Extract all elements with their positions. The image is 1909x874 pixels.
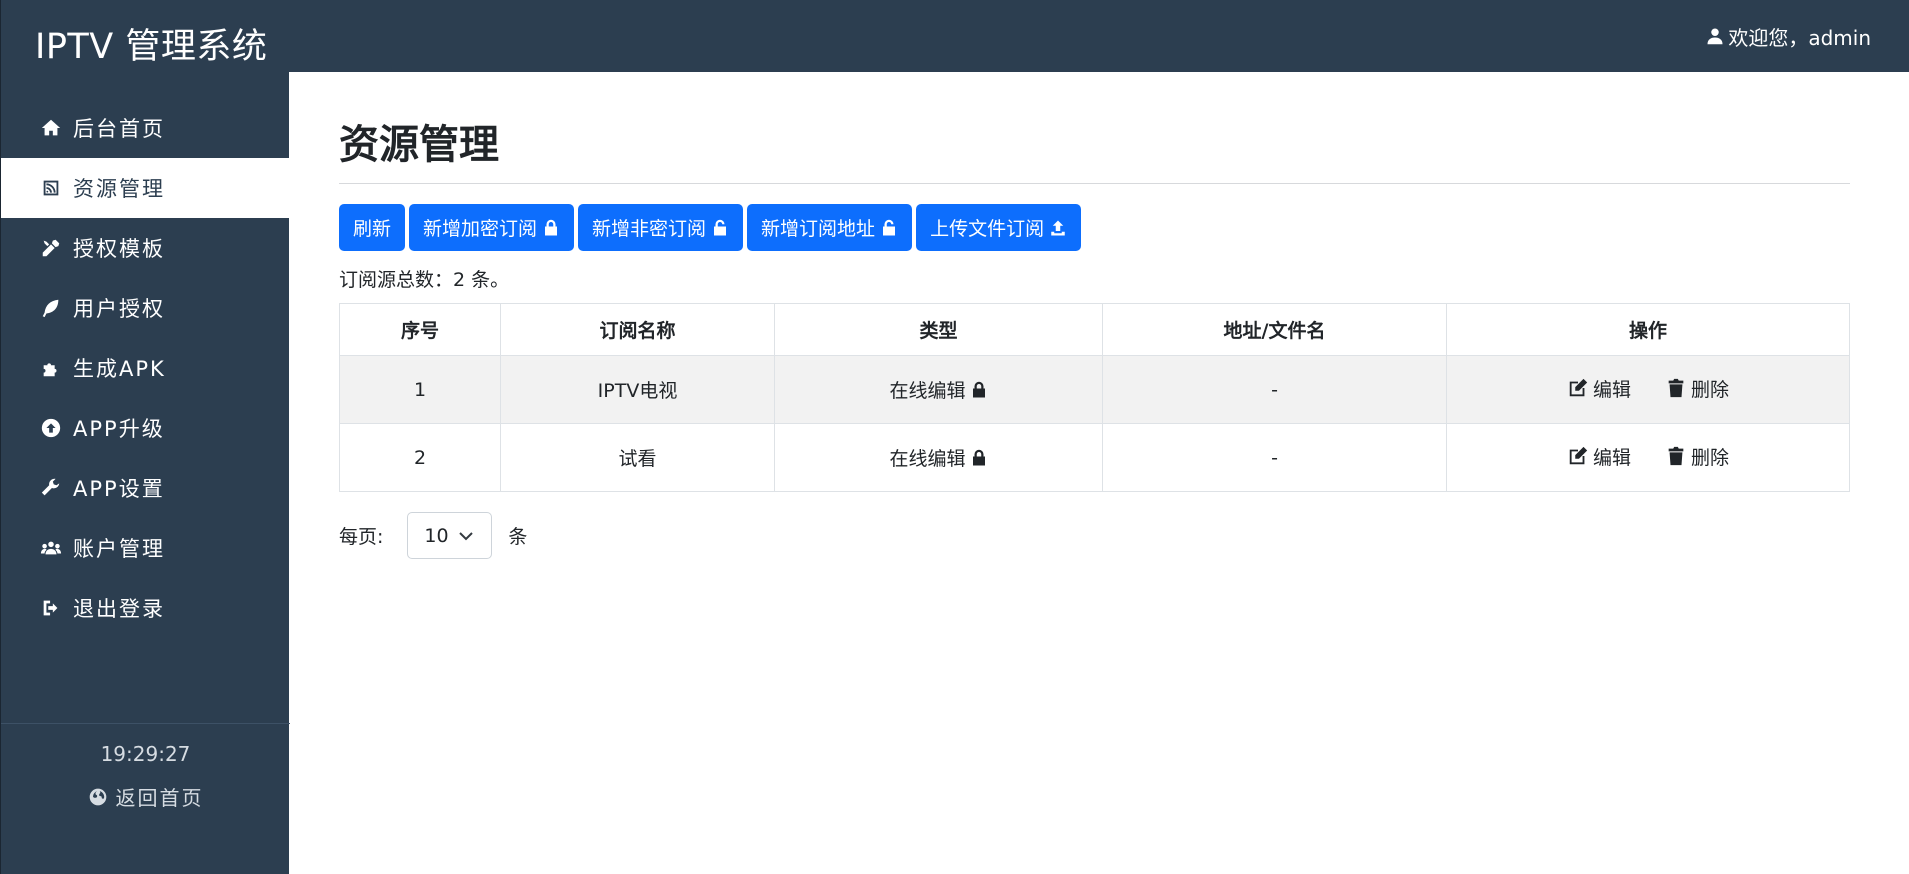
lock-icon: [966, 380, 988, 402]
add-plain-subscription-button[interactable]: 新增非密订阅: [578, 204, 744, 251]
sidebar-item-templates[interactable]: 授权模板: [1, 218, 289, 278]
sidebar-item-build-apk[interactable]: 生成APK: [1, 338, 289, 398]
edit-icon: [1569, 447, 1588, 465]
delete-label: 删除: [1691, 446, 1730, 469]
add-encrypted-subscription-button[interactable]: 新增加密订阅: [409, 204, 575, 251]
globe-icon: [89, 788, 106, 805]
refresh-button[interactable]: 刷新: [339, 204, 406, 251]
sidebar-nav: 后台首页 资源管理 授权模板 用户授权 生成APK APP升级 APP设置 账户…: [1, 98, 289, 638]
page-size-value: 10: [424, 524, 449, 547]
sidebar-item-resources[interactable]: 资源管理: [1, 158, 289, 218]
subscription-table: 序号 订阅名称 类型 地址/文件名 操作 1 IPTV电视 在线编辑 - 编辑 …: [339, 303, 1850, 492]
welcome-text[interactable]: 欢迎您，admin: [1728, 22, 1871, 51]
delete-button[interactable]: 删除: [1665, 375, 1729, 402]
toolbar: 刷新 新增加密订阅 新增非密订阅 新增订阅地址 上传文件订阅: [339, 204, 1850, 251]
users-icon: [39, 536, 63, 560]
back-home-link[interactable]: 返回首页: [1, 782, 290, 811]
row-actions: 编辑 删除: [1446, 355, 1850, 424]
app-title: IPTV 管理系统: [35, 26, 268, 67]
refresh-label: 刷新: [353, 218, 392, 240]
row-index: 2: [339, 423, 501, 492]
column-header: 地址/文件名: [1102, 303, 1447, 356]
back-home-label: 返回首页: [115, 786, 204, 810]
sidebar: IPTV 管理系统 后台首页 资源管理 授权模板 用户授权 生成APK APP升…: [0, 0, 290, 874]
column-header: 订阅名称: [500, 303, 775, 356]
subscription-total: 订阅源总数：2 条。: [339, 269, 510, 291]
unlock-icon: [883, 219, 896, 235]
unlock-icon: [714, 219, 727, 235]
column-header: 操作: [1446, 303, 1850, 356]
page-size-prefix: 每页:: [339, 526, 384, 548]
row-actions: 编辑 删除: [1446, 423, 1850, 492]
add-url-label: 新增订阅地址: [761, 218, 876, 240]
sidebar-item-accounts[interactable]: 账户管理: [1, 518, 289, 578]
page-title: 资源管理: [339, 122, 499, 168]
row-address: -: [1102, 423, 1447, 492]
upload-file-label: 上传文件订阅: [930, 218, 1045, 240]
edit-label: 编辑: [1592, 378, 1631, 401]
lock-icon: [545, 219, 558, 235]
home-icon: [39, 116, 63, 140]
sidebar-footer: 19:29:27 返回首页: [1, 723, 290, 874]
edit-button[interactable]: 编辑: [1567, 375, 1631, 402]
row-index: 1: [339, 355, 501, 424]
delete-button[interactable]: 删除: [1665, 443, 1729, 470]
row-name: 试看: [500, 423, 775, 492]
sidebar-item-label: 后台首页: [73, 117, 165, 141]
table-header-row: 序号 订阅名称 类型 地址/文件名 操作: [339, 303, 1850, 356]
add-subscription-url-button[interactable]: 新增订阅地址: [747, 204, 913, 251]
row-type-label: 在线编辑: [889, 448, 966, 470]
logout-icon: [39, 596, 63, 620]
feather-icon: [39, 296, 63, 320]
sidebar-item-home[interactable]: 后台首页: [1, 98, 289, 158]
user-icon: [1707, 28, 1723, 45]
column-header: 类型: [774, 303, 1103, 356]
edit-label: 编辑: [1592, 446, 1631, 469]
edit-icon: [1569, 379, 1588, 397]
add-plain-label: 新增非密订阅: [592, 218, 707, 240]
row-type: 在线编辑: [774, 355, 1103, 424]
trash-icon: [1668, 379, 1684, 398]
sidebar-item-label: APP升级: [73, 417, 165, 441]
add-encrypted-label: 新增加密订阅: [423, 218, 538, 240]
row-type: 在线编辑: [774, 423, 1103, 492]
sidebar-item-logout[interactable]: 退出登录: [1, 578, 289, 638]
main-content: 资源管理 刷新 新增加密订阅 新增非密订阅 新增订阅地址 上传文件订阅 订阅源总…: [339, 72, 1850, 559]
page-size-select[interactable]: 10: [407, 512, 493, 559]
table-row: 1 IPTV电视 在线编辑 - 编辑 删除: [339, 355, 1850, 424]
upgrade-icon: [39, 416, 63, 440]
puzzle-icon: [39, 356, 63, 380]
wrench-icon: [39, 476, 63, 500]
sidebar-item-app-settings[interactable]: APP设置: [1, 458, 289, 518]
row-name: IPTV电视: [500, 355, 775, 424]
trash-icon: [1668, 447, 1684, 466]
sidebar-item-label: 用户授权: [73, 297, 165, 321]
sidebar-item-label: 资源管理: [73, 177, 165, 201]
edit-button[interactable]: 编辑: [1567, 443, 1631, 470]
upload-file-subscription-button[interactable]: 上传文件订阅: [916, 204, 1082, 251]
sidebar-item-label: APP设置: [73, 477, 165, 501]
row-type-label: 在线编辑: [889, 380, 966, 402]
sidebar-item-label: 生成APK: [73, 357, 166, 381]
page-size-suffix: 条: [508, 526, 528, 548]
divider: [339, 183, 1850, 184]
sidebar-item-user-auth[interactable]: 用户授权: [1, 278, 289, 338]
page-size-control: 每页: 10 条: [339, 512, 1850, 559]
sidebar-item-label: 退出登录: [73, 597, 165, 621]
lock-icon: [966, 448, 988, 470]
sidebar-item-app-upgrade[interactable]: APP升级: [1, 398, 289, 458]
sidebar-item-label: 授权模板: [73, 237, 165, 261]
upload-icon: [1051, 220, 1065, 235]
clock: 19:29:27: [100, 742, 191, 766]
delete-label: 删除: [1691, 378, 1730, 401]
tools-icon: [39, 236, 63, 260]
sidebar-item-label: 账户管理: [73, 537, 165, 561]
rss-icon: [39, 176, 63, 200]
table-row: 2 试看 在线编辑 - 编辑 删除: [339, 423, 1850, 492]
top-bar: 欢迎您，admin: [289, 0, 1909, 72]
chevron-down-icon: [459, 532, 474, 541]
column-header: 序号: [339, 303, 501, 356]
row-address: -: [1102, 355, 1447, 424]
